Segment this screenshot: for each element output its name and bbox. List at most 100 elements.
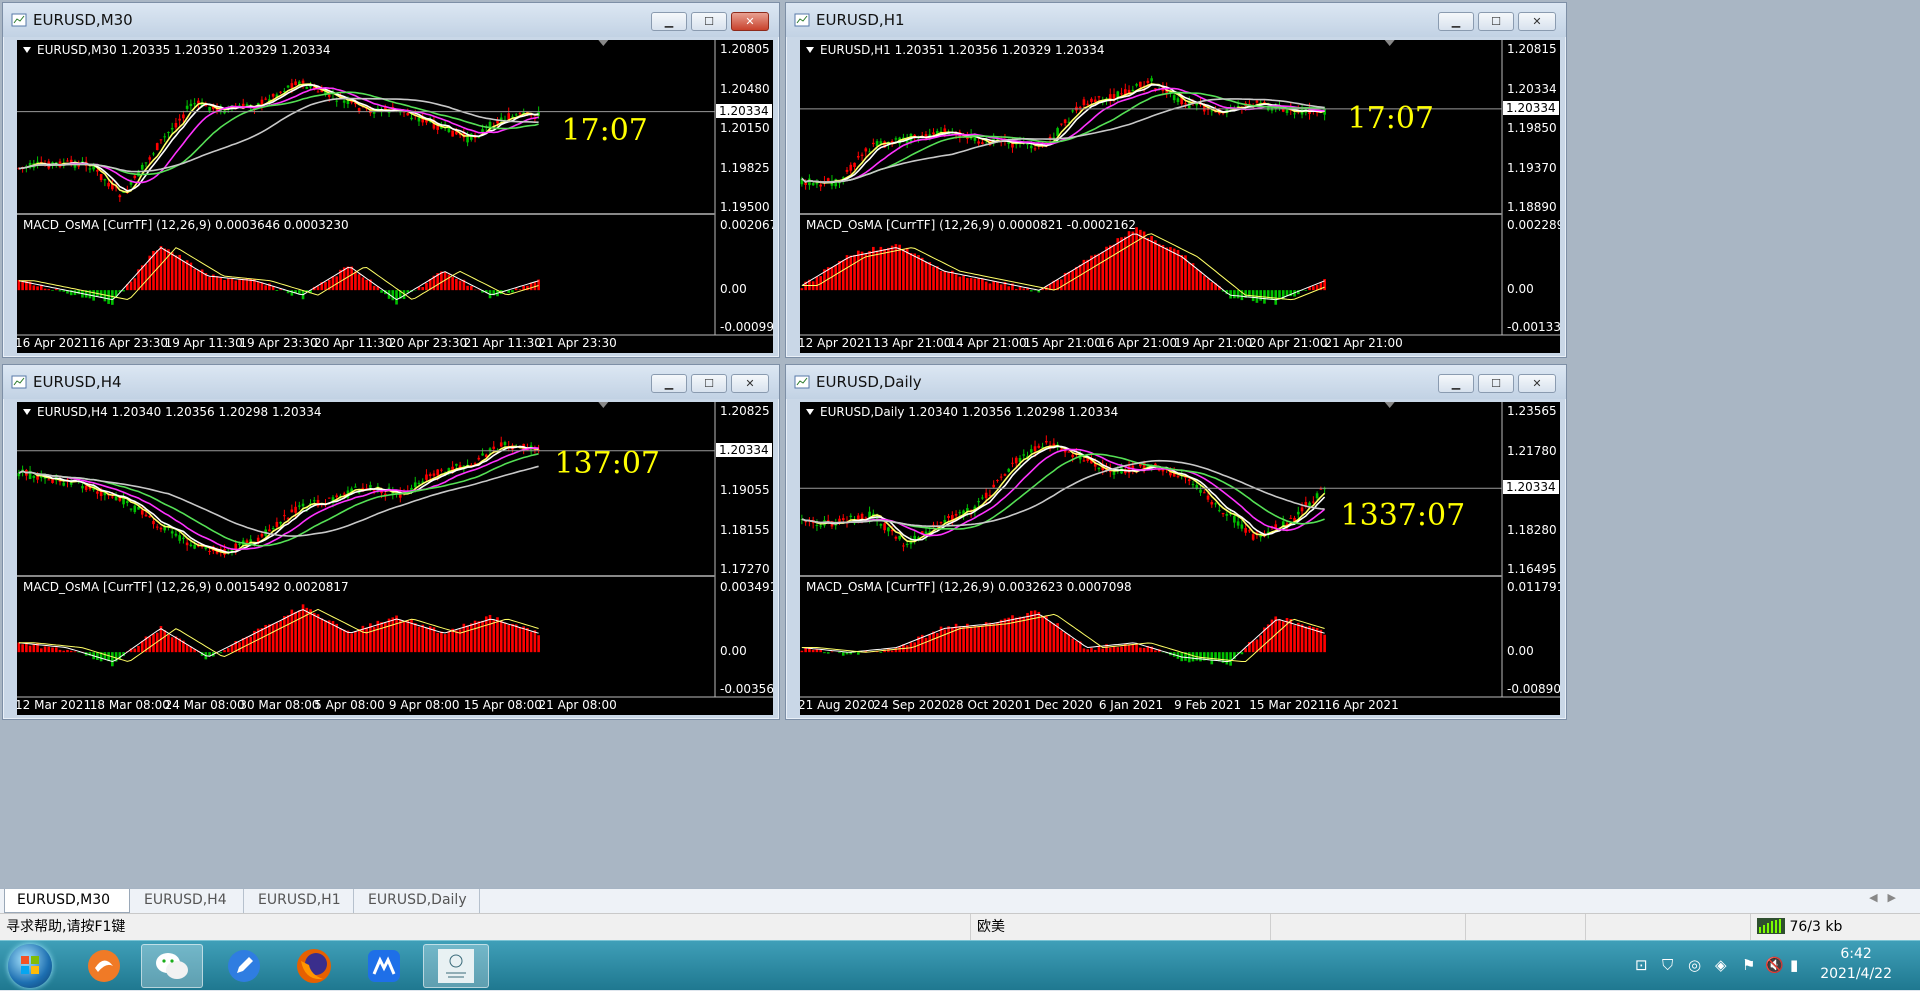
- window-titlebar[interactable]: EURUSD,M30 ▁ ☐ ✕: [3, 3, 779, 37]
- status-bar: 寻求帮助,请按F1键 欧美 76/3 kb: [0, 913, 1920, 940]
- macd-histogram-bar: [268, 624, 271, 652]
- tray-volume-icon[interactable]: 🔇: [1765, 956, 1784, 974]
- tray-network-icon[interactable]: ⊡: [1635, 956, 1648, 974]
- tray-flag-icon[interactable]: ⚑: [1742, 956, 1755, 974]
- maximize-button[interactable]: ☐: [691, 12, 727, 31]
- close-button[interactable]: ✕: [731, 374, 769, 393]
- symbol-info-label: EURUSD,H1 1.20351 1.20356 1.20329 1.2033…: [806, 43, 1105, 57]
- candle-body: [1147, 81, 1150, 83]
- orange-app-icon[interactable]: [73, 944, 135, 988]
- candle-body: [62, 483, 65, 486]
- wechat-icon[interactable]: [141, 944, 203, 988]
- maximize-button[interactable]: ☐: [1478, 12, 1514, 31]
- macd-histogram-bar: [391, 617, 394, 652]
- macd-histogram-bar: [1064, 633, 1067, 652]
- macd-histogram-bar: [823, 652, 826, 653]
- minimize-button[interactable]: ▁: [651, 12, 687, 31]
- tab-eurusd-h4[interactable]: EURUSD,H4: [132, 889, 244, 913]
- macd-axis-tick: 0.002067: [720, 218, 773, 232]
- candle-body: [1132, 90, 1135, 91]
- window-titlebar[interactable]: EURUSD,Daily ▁ ☐ ✕: [786, 365, 1566, 399]
- minimize-button[interactable]: ▁: [1438, 374, 1474, 393]
- minimize-button[interactable]: ▁: [651, 374, 687, 393]
- chart-window-daily[interactable]: EURUSD,Daily ▁ ☐ ✕ EURUSD,Daily 1.20340 …: [785, 364, 1567, 720]
- tab-scroll-arrows[interactable]: ◀▶: [1869, 891, 1906, 904]
- macd-histogram-bar: [530, 632, 533, 652]
- candle-body: [276, 522, 279, 527]
- tray-signal-icon[interactable]: ▮: [1790, 956, 1798, 974]
- tray-wechat-icon[interactable]: ◎: [1688, 956, 1701, 974]
- candle-body: [175, 534, 178, 536]
- window-titlebar[interactable]: EURUSD,H4 ▁ ☐ ✕: [3, 365, 779, 399]
- macd-histogram-bar: [887, 248, 890, 290]
- macd-histogram-bar: [1158, 244, 1161, 290]
- window-titlebar[interactable]: EURUSD,H1 ▁ ☐ ✕: [786, 3, 1566, 37]
- candle-body: [808, 179, 811, 186]
- macd-histogram-bar: [485, 616, 488, 652]
- macd-histogram-bar: [1312, 286, 1315, 290]
- chart-plot[interactable]: EURUSD,M30 1.20335 1.20350 1.20329 1.203…: [17, 40, 773, 353]
- close-button[interactable]: ✕: [1518, 374, 1556, 393]
- chart-shift-marker: [598, 402, 608, 408]
- candle-body: [1120, 93, 1123, 94]
- candle-body: [175, 123, 178, 127]
- firefox-icon[interactable]: [283, 944, 345, 988]
- macd-histogram-bar: [1180, 255, 1183, 290]
- macd-histogram-bar: [974, 626, 977, 652]
- taskbar-clock[interactable]: 6:42 2021/4/22: [1820, 944, 1892, 984]
- candle-body: [977, 141, 980, 143]
- candle-body: [1320, 489, 1323, 490]
- macd-histogram-bar: [1162, 245, 1165, 290]
- macd-histogram-bar: [133, 649, 136, 653]
- macd-histogram-bar: [522, 626, 525, 652]
- maximize-button[interactable]: ☐: [1478, 374, 1514, 393]
- blue-m-app-icon[interactable]: [353, 944, 415, 988]
- macd-axis-tick: 0.0117913: [1507, 580, 1560, 594]
- pen-app-icon[interactable]: [213, 944, 275, 988]
- candle-body: [268, 530, 271, 532]
- macd-histogram-bar: [1192, 263, 1195, 290]
- candle-body: [1214, 503, 1217, 504]
- candle-body: [1086, 104, 1089, 105]
- time-axis-tick: 20 Apr 21:00: [1249, 336, 1327, 350]
- close-button[interactable]: ✕: [1518, 12, 1556, 31]
- macd-histogram-bar: [1079, 265, 1082, 290]
- chart-plot[interactable]: EURUSD,Daily 1.20340 1.20356 1.20298 1.2…: [800, 402, 1560, 715]
- macd-histogram-bar: [418, 627, 421, 652]
- minimize-button[interactable]: ▁: [1438, 12, 1474, 31]
- macd-histogram-bar: [864, 254, 867, 291]
- tab-eurusd-daily[interactable]: EURUSD,Daily: [356, 889, 480, 913]
- tray-shield-icon[interactable]: ⛉: [1662, 956, 1673, 974]
- chart-menu-triangle-icon[interactable]: [806, 47, 814, 53]
- macd-histogram-bar: [107, 290, 110, 304]
- chart-menu-triangle-icon[interactable]: [806, 409, 814, 415]
- tab-eurusd-m30[interactable]: EURUSD,M30: [4, 889, 130, 913]
- macd-histogram-bar: [291, 290, 294, 295]
- candle-body: [182, 538, 185, 539]
- macd-histogram-bar: [47, 289, 50, 290]
- chart-plot[interactable]: EURUSD,H4 1.20340 1.20356 1.20298 1.2033…: [17, 402, 773, 715]
- chart-window-m30[interactable]: EURUSD,M30 ▁ ☐ ✕ EURUSD,M30 1.20335 1.20…: [2, 2, 780, 358]
- chart-plot[interactable]: EURUSD,H1 1.20351 1.20356 1.20329 1.2033…: [800, 40, 1560, 353]
- maximize-button[interactable]: ☐: [691, 374, 727, 393]
- candle-body: [1289, 518, 1292, 519]
- macd-histogram-bar: [425, 283, 428, 290]
- macd-histogram-bar: [163, 630, 166, 652]
- macd-histogram-bar: [977, 279, 980, 291]
- chart-menu-triangle-icon[interactable]: [23, 47, 31, 53]
- metatrader-icon[interactable]: [423, 944, 489, 988]
- close-button[interactable]: ✕: [731, 12, 769, 31]
- macd-histogram-bar: [1075, 641, 1078, 652]
- chart-shift-marker: [1385, 402, 1395, 408]
- candle-body: [1060, 124, 1063, 125]
- tray-app-icon[interactable]: ◈: [1715, 956, 1727, 974]
- chart-window-h1[interactable]: EURUSD,H1 ▁ ☐ ✕ EURUSD,H1 1.20351 1.2035…: [785, 2, 1567, 358]
- start-orb-icon[interactable]: [8, 944, 52, 988]
- chart-window-h4[interactable]: EURUSD,H4 ▁ ☐ ✕ EURUSD,H4 1.20340 1.2035…: [2, 364, 780, 720]
- macd-histogram-bar: [1132, 232, 1135, 291]
- macd-histogram-bar: [414, 623, 417, 652]
- tab-eurusd-h1[interactable]: EURUSD,H1: [246, 889, 354, 913]
- macd-histogram-bar: [223, 650, 226, 652]
- candle-body: [1098, 468, 1101, 470]
- chart-menu-triangle-icon[interactable]: [23, 409, 31, 415]
